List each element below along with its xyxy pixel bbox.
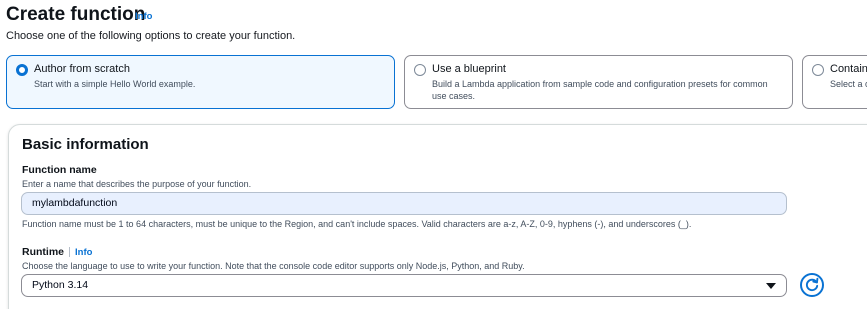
radio-unselected-icon[interactable] <box>812 64 824 76</box>
option-title: Author from scratch <box>34 63 130 75</box>
function-name-input[interactable]: mylambdafunction <box>21 192 787 215</box>
option-title: Containe <box>830 63 867 75</box>
radio-unselected-icon[interactable] <box>414 64 426 76</box>
label-separator <box>69 247 70 257</box>
option-description: Start with a simple Hello World example. <box>34 79 196 89</box>
runtime-label: Runtime <box>22 246 64 258</box>
function-name-label: Function name <box>22 164 97 176</box>
refresh-icon <box>805 277 819 292</box>
option-use-a-blueprint[interactable]: Use a blueprint Build a Lambda applicati… <box>404 55 793 109</box>
function-name-constraint: Function name must be 1 to 64 characters… <box>22 219 692 229</box>
option-description: Select a c <box>830 79 867 89</box>
runtime-description: Choose the language to use to write your… <box>22 261 525 271</box>
caret-down-icon <box>766 283 776 289</box>
runtime-selected-value: Python 3.14 <box>32 279 89 291</box>
section-title: Basic information <box>22 136 149 153</box>
page-title: Create function <box>6 4 146 25</box>
option-author-from-scratch[interactable]: Author from scratch Start with a simple … <box>6 55 395 109</box>
function-name-description: Enter a name that describes the purpose … <box>22 179 252 189</box>
runtime-select[interactable]: Python 3.14 <box>21 274 787 297</box>
refresh-runtime-button[interactable] <box>800 273 824 297</box>
page-description: Choose one of the following options to c… <box>6 30 296 42</box>
option-description: Build a Lambda application from sample c… <box>432 79 768 101</box>
runtime-info-link[interactable]: Info <box>75 247 92 258</box>
radio-selected-icon[interactable] <box>16 64 28 76</box>
option-title: Use a blueprint <box>432 63 506 75</box>
title-info-link[interactable]: Info <box>135 11 152 22</box>
option-container-image[interactable]: Containe Select a c <box>802 55 867 109</box>
